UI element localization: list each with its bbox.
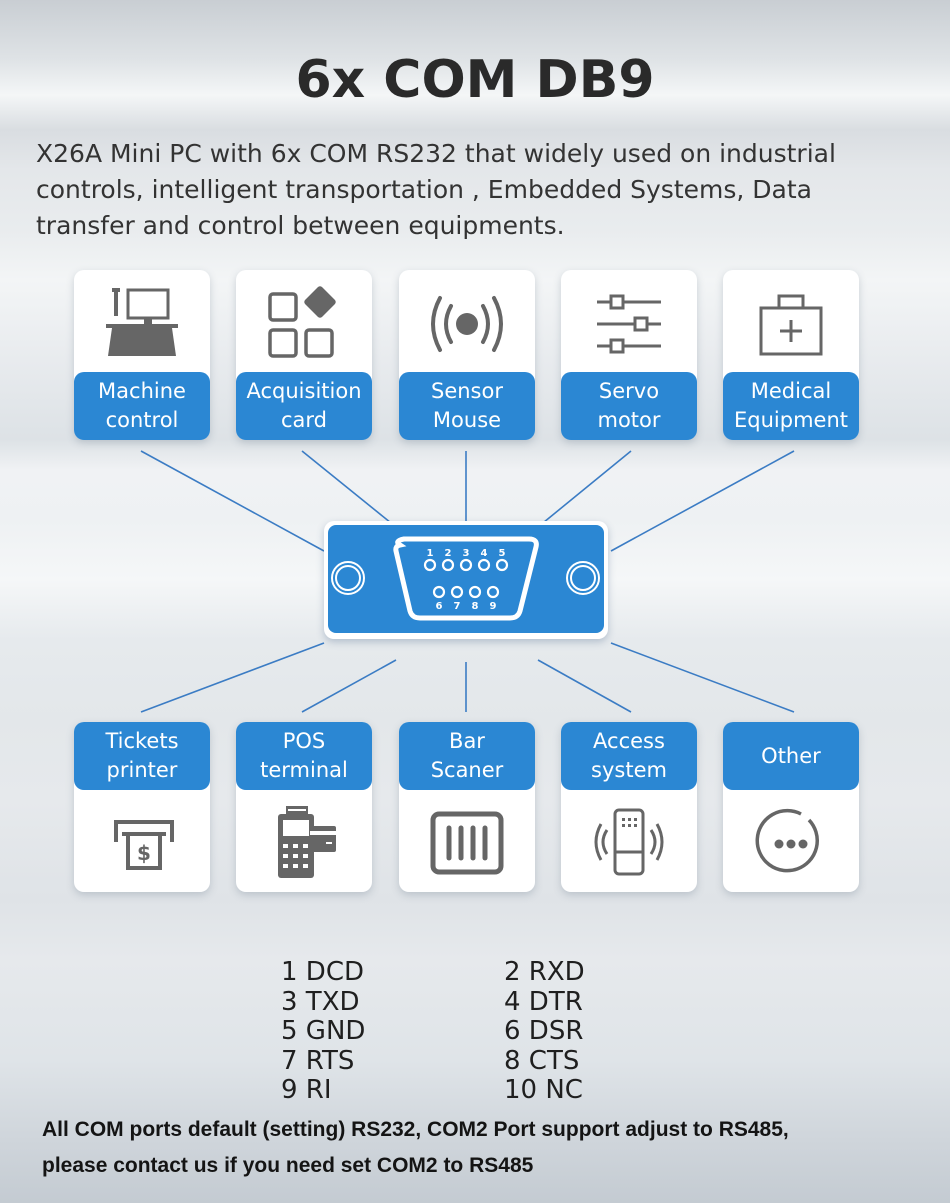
- device-label: Tickets printer: [74, 722, 210, 790]
- barcode-scanner-icon: [399, 792, 535, 892]
- more-options-icon: [723, 792, 859, 892]
- device-card-access-system: Access system: [561, 722, 697, 892]
- access-card-reader-icon: [561, 792, 697, 892]
- pin-label-2: 2: [445, 548, 452, 559]
- device-label: Medical Equipment: [723, 372, 859, 440]
- acquisition-card-icon: [236, 274, 372, 374]
- db9-connector-graphic: 1 2 3 4 5 6 7 8 9: [331, 536, 600, 621]
- line-medical-equipment: [610, 450, 795, 552]
- pin-9: [486, 585, 500, 599]
- pin-8: [468, 585, 482, 599]
- page-title: 6x COM DB9: [295, 50, 655, 110]
- svg-text:$: $: [137, 841, 151, 865]
- pin-5: [495, 558, 509, 572]
- device-card-tickets-printer: Tickets printer $: [74, 722, 210, 892]
- line-pos-terminal: [301, 659, 397, 713]
- pinout-entry: 2 RXD: [504, 957, 585, 987]
- rs485-note: All COM ports default (setting) RS232, C…: [42, 1112, 942, 1184]
- pinout-entry: 7 RTS: [281, 1045, 355, 1076]
- pin-label-5: 5: [499, 548, 506, 559]
- pin-label-9: 9: [490, 601, 497, 612]
- note-line-2: please contact us if you need set COM2 t…: [42, 1154, 534, 1177]
- line-acquisition-card: [301, 450, 397, 528]
- sensor-icon: [399, 274, 535, 374]
- pin-label-7: 7: [454, 601, 461, 612]
- pinout-entry: 9 RI: [281, 1075, 332, 1105]
- device-label: Other: [723, 722, 859, 790]
- device-card-machine-control: Machine control: [74, 270, 210, 440]
- medical-kit-icon: [723, 274, 859, 374]
- diagram-canvas: 6x COM DB9 X26A Mini PC with 6x COM RS23…: [0, 0, 950, 1203]
- pinout-entry: 1 DCD: [281, 957, 365, 987]
- pos-terminal-icon: [236, 792, 372, 892]
- device-card-other: Other: [723, 722, 859, 892]
- device-card-medical-equipment: Medical Equipment: [723, 270, 859, 440]
- pin-7: [450, 585, 464, 599]
- pinout-entry: 3 TXD: [281, 986, 360, 1017]
- device-card-servo-motor: Servo motor: [561, 270, 697, 440]
- device-label: Bar Scaner: [399, 722, 535, 790]
- device-label: Sensor Mouse: [399, 372, 535, 440]
- pin-3: [459, 558, 473, 572]
- machine-control-icon: [74, 274, 210, 374]
- line-tickets-printer: [140, 642, 325, 713]
- pinout-entry: 8 CTS: [504, 1045, 580, 1076]
- pin-label-4: 4: [481, 548, 488, 559]
- pin-label-3: 3: [463, 548, 470, 559]
- device-card-sensor-mouse: Sensor Mouse: [399, 270, 535, 440]
- pin-2: [441, 558, 455, 572]
- device-card-acquisition-card: Acquisition card: [236, 270, 372, 440]
- pinout-entry: 4 DTR: [504, 986, 583, 1017]
- line-machine-control: [140, 450, 325, 552]
- note-line-1: All COM ports default (setting) RS232, C…: [42, 1118, 789, 1141]
- sliders-icon: [561, 274, 697, 374]
- pin-1: [423, 558, 437, 572]
- line-access-system: [537, 659, 632, 713]
- pin-label-1: 1: [427, 548, 434, 559]
- device-label: Acquisition card: [236, 372, 372, 440]
- device-label: Servo motor: [561, 372, 697, 440]
- pin-6: [432, 585, 446, 599]
- pinout-entry: 10 NC: [504, 1075, 583, 1105]
- device-label: Access system: [561, 722, 697, 790]
- pinout-entry: 5 GND: [281, 1016, 366, 1046]
- pin-4: [477, 558, 491, 572]
- pinout-right-column: 2 RXD 4 DTR 6 DSR 8 CTS 10 NC: [504, 957, 585, 1106]
- pinout-left-column: 1 DCD 3 TXD 5 GND 7 RTS 9 RI: [281, 957, 366, 1106]
- intro-text: X26A Mini PC with 6x COM RS232 that wide…: [36, 139, 836, 240]
- line-other: [610, 642, 795, 713]
- db9-connector: 1 2 3 4 5 6 7 8 9: [324, 521, 608, 639]
- device-card-pos-terminal: POS terminal: [236, 722, 372, 892]
- pinout-entry: 6 DSR: [504, 1016, 584, 1046]
- device-label: POS terminal: [236, 722, 372, 790]
- pin-label-6: 6: [436, 601, 443, 612]
- pin-label-8: 8: [472, 601, 479, 612]
- ticket-printer-icon: $: [74, 792, 210, 892]
- device-label: Machine control: [74, 372, 210, 440]
- line-servo-motor: [537, 450, 632, 528]
- device-card-bar-scaner: Bar Scaner: [399, 722, 535, 892]
